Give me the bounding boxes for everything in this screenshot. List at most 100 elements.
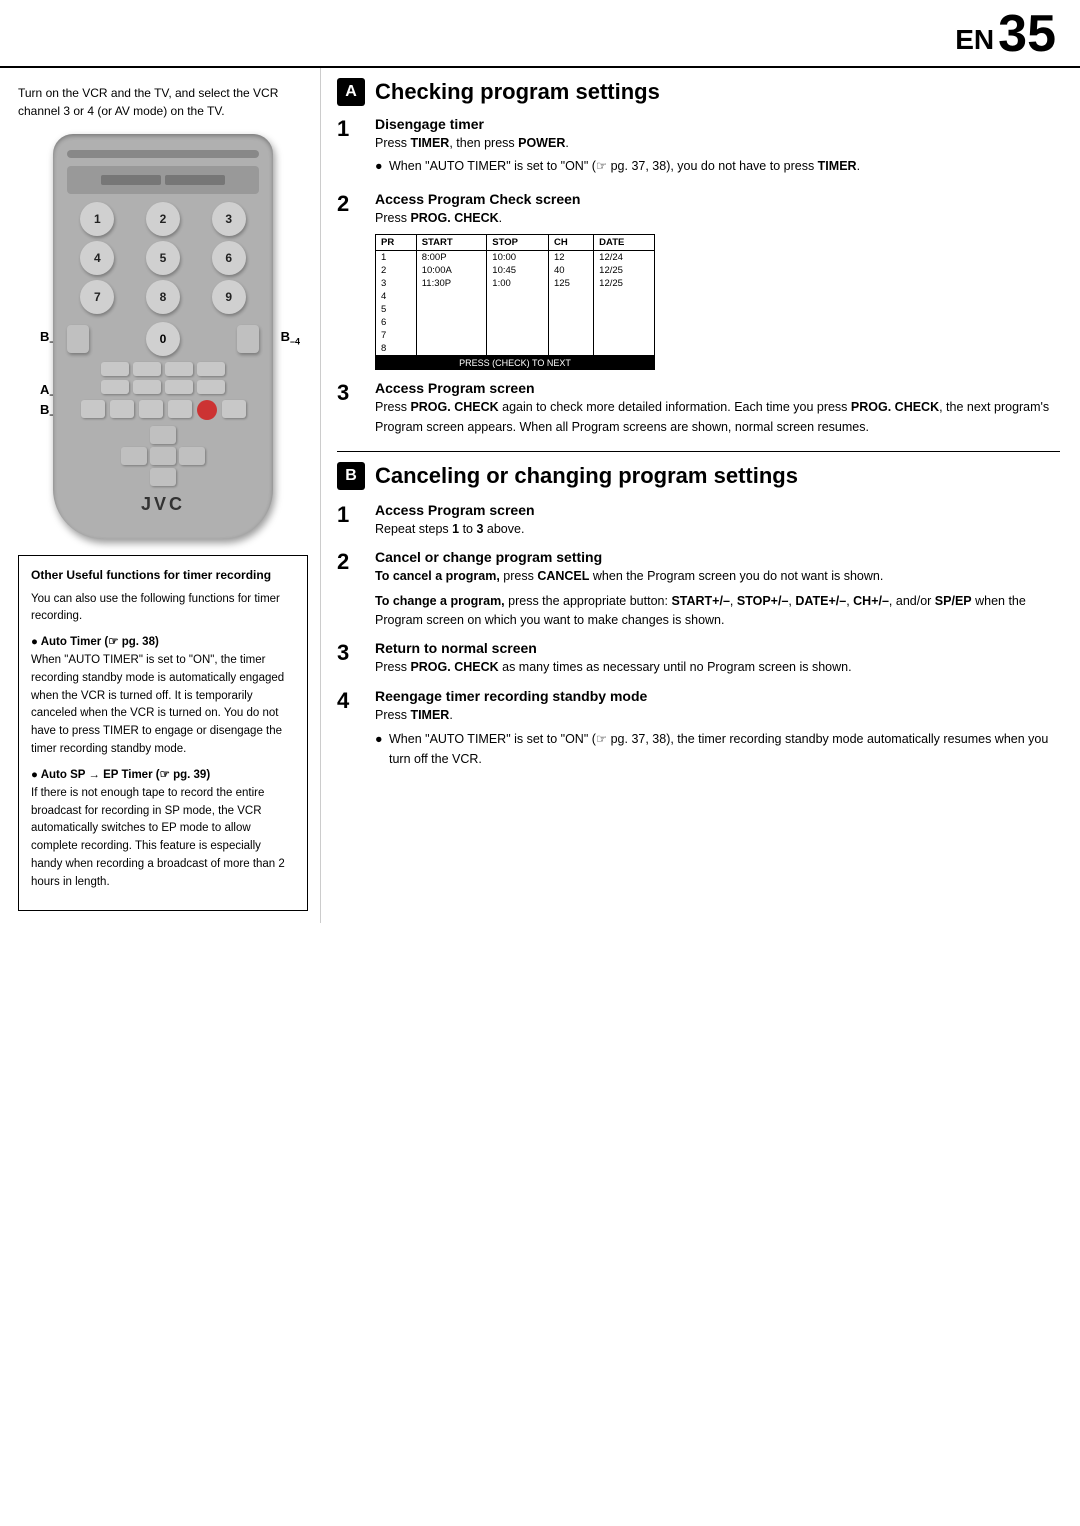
auto-timer-title: ● Auto Timer (☞ pg. 38) <box>31 634 295 652</box>
step-a3-content: Access Program screen Press PROG. CHECK … <box>375 380 1060 437</box>
section-a-title: Checking program settings <box>375 79 660 105</box>
table-row: 18:00P10:001212/24 <box>376 251 655 265</box>
left-column: Turn on the VCR and the TV, and select t… <box>0 68 320 923</box>
nav-center[interactable] <box>150 447 176 465</box>
num-btn-3[interactable]: 3 <box>212 202 246 236</box>
en-label: EN <box>955 26 994 60</box>
nav-down[interactable] <box>150 468 176 486</box>
section-b-title: Canceling or changing program settings <box>375 463 798 489</box>
ctrl-btn-1[interactable] <box>101 362 129 376</box>
remote-illustration: A–1 B–2 A–1 B–4 B–2 A–2, 3 B–3 B–2 <box>18 134 308 539</box>
nav-up[interactable] <box>150 426 176 444</box>
col-date: DATE <box>594 235 655 251</box>
auto-sp-note: ● Auto SP → EP Timer (☞ pg. 39) If there… <box>31 767 295 892</box>
step-b1-content: Access Program screen Repeat steps 1 to … <box>375 502 1060 539</box>
table-row: 7 <box>376 329 655 342</box>
step-b3-title: Return to normal screen <box>375 640 1060 656</box>
side-btn-right[interactable] <box>237 325 259 353</box>
ctrl-btn-5[interactable] <box>101 380 129 394</box>
num-btn-4[interactable]: 4 <box>80 241 114 275</box>
step-b1-num: 1 <box>337 502 365 539</box>
num-btn-9[interactable]: 9 <box>212 280 246 314</box>
num-btn-8[interactable]: 8 <box>146 280 180 314</box>
num-btn-6[interactable]: 6 <box>212 241 246 275</box>
step-a1-body: Press TIMER, then press POWER. <box>375 134 1060 153</box>
right-column: A Checking program settings 1 Disengage … <box>320 68 1080 923</box>
bullet-text-a1: When "AUTO TIMER" is set to "ON" (☞ pg. … <box>389 157 860 176</box>
numpad: 1 2 3 4 5 6 7 8 9 <box>67 202 259 314</box>
step-a1-content: Disengage timer Press TIMER, then press … <box>375 116 1060 181</box>
step-a2-body: Press PROG. CHECK. <box>375 209 1060 228</box>
step-b2-cancel: To cancel a program, press CANCEL when t… <box>375 567 1060 586</box>
label-b4-right: B–4 <box>281 329 300 347</box>
ctrl-btn-7[interactable] <box>165 380 193 394</box>
auto-sp-text: If there is not enough tape to record th… <box>31 785 295 892</box>
ctrl-btn-6[interactable] <box>133 380 161 394</box>
play-btn[interactable] <box>110 400 134 418</box>
section-a-header: A Checking program settings <box>337 78 1060 106</box>
step-b2-title: Cancel or change program setting <box>375 549 1060 565</box>
page-header: EN 35 <box>0 0 1080 68</box>
table-row: 6 <box>376 316 655 329</box>
step-a2-content: Access Program Check screen Press PROG. … <box>375 191 1060 370</box>
control-rows <box>67 362 259 394</box>
record-btn[interactable] <box>197 400 217 420</box>
num-btn-5[interactable]: 5 <box>146 241 180 275</box>
step-a2: 2 Access Program Check screen Press PROG… <box>337 191 1060 370</box>
remote-screen-area <box>67 166 259 194</box>
step-b4-num: 4 <box>337 688 365 773</box>
stop-btn[interactable] <box>168 400 192 418</box>
ctrl-btn-3[interactable] <box>165 362 193 376</box>
num-btn-1[interactable]: 1 <box>80 202 114 236</box>
nav-right[interactable] <box>179 447 205 465</box>
note-intro: You can also use the following functions… <box>31 591 295 627</box>
auto-timer-text: When "AUTO TIMER" is set to "ON", the ti… <box>31 652 295 759</box>
pause-btn[interactable] <box>222 400 246 418</box>
step-a3-num: 3 <box>337 380 365 437</box>
step-a3-body: Press PROG. CHECK again to check more de… <box>375 398 1060 437</box>
main-layout: Turn on the VCR and the TV, and select t… <box>0 68 1080 923</box>
nav-row <box>121 447 205 465</box>
ctrl-btn-8[interactable] <box>197 380 225 394</box>
step-b4-title: Reengage timer recording standby mode <box>375 688 1060 704</box>
channel-row: 0 <box>67 322 259 356</box>
num-btn-0[interactable]: 0 <box>146 322 180 356</box>
table-row: 210:00A10:454012/25 <box>376 264 655 277</box>
bullet-dot: ● <box>375 157 389 176</box>
auto-sp-title: ● Auto SP → EP Timer (☞ pg. 39) <box>31 767 295 785</box>
step-b2-content: Cancel or change program setting To canc… <box>375 549 1060 630</box>
num-btn-7[interactable]: 7 <box>80 280 114 314</box>
nav-left[interactable] <box>121 447 147 465</box>
ctrl-btn-4[interactable] <box>197 362 225 376</box>
note-box: Other Useful functions for timer recordi… <box>18 555 308 911</box>
step-b4-bullet: ● When "AUTO TIMER" is set to "ON" (☞ pg… <box>375 730 1060 769</box>
step-a2-title: Access Program Check screen <box>375 191 1060 207</box>
step-b4-body: Press TIMER. <box>375 706 1060 725</box>
rewind-btn[interactable] <box>81 400 105 418</box>
remote-top-strip <box>67 150 259 158</box>
col-ch: CH <box>549 235 594 251</box>
table-row: 8 <box>376 342 655 356</box>
remote-body: 1 2 3 4 5 6 7 8 9 0 <box>53 134 273 539</box>
prog-check-table: PR START STOP CH DATE 18:00P10:001212/24… <box>375 234 655 356</box>
step-b1-title: Access Program screen <box>375 502 1060 518</box>
bullet-text-b4: When "AUTO TIMER" is set to "ON" (☞ pg. … <box>389 730 1060 769</box>
step-a3-title: Access Program screen <box>375 380 1060 396</box>
side-btn-left[interactable] <box>67 325 89 353</box>
step-a1-num: 1 <box>337 116 365 181</box>
auto-timer-note: ● Auto Timer (☞ pg. 38) When "AUTO TIMER… <box>31 634 295 759</box>
step-b2-change: To change a program, press the appropria… <box>375 592 1060 631</box>
screen-slot-2 <box>165 175 225 185</box>
bullet-item-b4: ● When "AUTO TIMER" is set to "ON" (☞ pg… <box>375 730 1060 769</box>
prog-check-table-wrap: PR START STOP CH DATE 18:00P10:001212/24… <box>375 234 1060 370</box>
col-pr: PR <box>376 235 417 251</box>
ffwd-btn[interactable] <box>139 400 163 418</box>
ctrl-btn-2[interactable] <box>133 362 161 376</box>
step-b2: 2 Cancel or change program setting To ca… <box>337 549 1060 630</box>
screen-slot-1 <box>101 175 161 185</box>
ctrl-row-2 <box>67 380 259 394</box>
step-b3: 3 Return to normal screen Press PROG. CH… <box>337 640 1060 677</box>
jvc-logo: JVC <box>67 494 259 515</box>
num-btn-2[interactable]: 2 <box>146 202 180 236</box>
step-b3-content: Return to normal screen Press PROG. CHEC… <box>375 640 1060 677</box>
